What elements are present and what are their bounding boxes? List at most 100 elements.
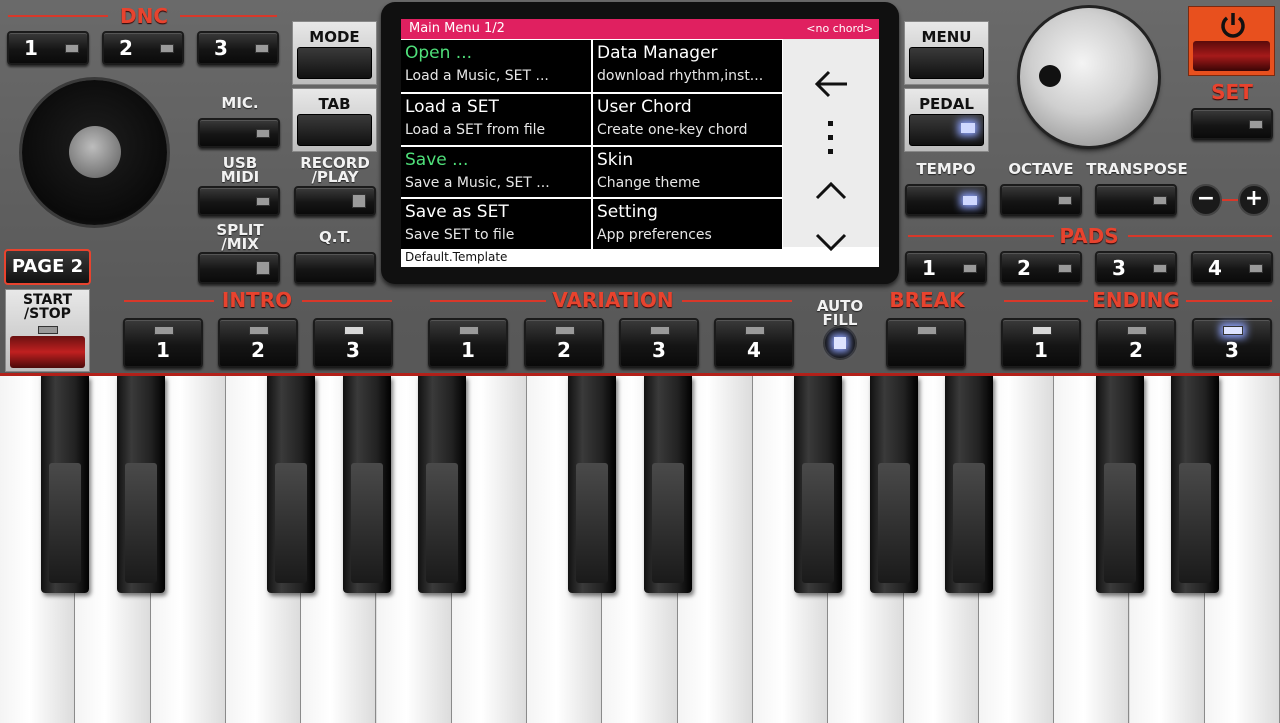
black-key[interactable]: [944, 376, 993, 593]
pad-label-2: 2: [1017, 255, 1031, 280]
pads-title: PADS: [1059, 224, 1119, 248]
record-play-button[interactable]: [294, 186, 376, 216]
main-menu-screen: Main Menu 1/2 <no chord> Open ... Load a …: [401, 19, 879, 267]
led: [1249, 263, 1263, 273]
menu-item-title: Open ...: [405, 43, 473, 63]
menu-item-title: Setting: [597, 202, 658, 222]
pad-label-4: 4: [1208, 255, 1222, 280]
dnc-button-1[interactable]: 1: [7, 31, 89, 65]
menu-item-save-as-set[interactable]: Save as SET Save SET to file: [401, 199, 591, 249]
octave-button[interactable]: [1000, 184, 1082, 216]
dnc-button-2[interactable]: 2: [102, 31, 184, 65]
menu-item-save[interactable]: Save ... Save a Music, SET ...: [401, 147, 591, 197]
vertical-dots-icon[interactable]: [825, 119, 837, 157]
tempo-label: TEMPO: [916, 160, 976, 178]
variation-button-4[interactable]: 4: [714, 318, 794, 368]
black-key[interactable]: [267, 376, 316, 593]
pedal-button[interactable]: PEDAL: [904, 88, 989, 152]
menu-item-setting[interactable]: Setting App preferences: [593, 199, 782, 249]
pad-label-1: 1: [922, 255, 936, 280]
menu-item-title: User Chord: [597, 97, 692, 117]
dnc-line-left: [8, 15, 108, 17]
variation-button-2[interactable]: 2: [524, 318, 604, 368]
menu-button[interactable]: MENU: [904, 21, 989, 85]
led: [256, 129, 270, 138]
chevron-up-icon[interactable]: [815, 181, 847, 201]
pad-button-4[interactable]: 4: [1191, 251, 1273, 284]
variation-line-right: [682, 300, 792, 302]
led-lit: [834, 337, 846, 349]
led: [160, 44, 174, 53]
black-key[interactable]: [568, 376, 617, 593]
variation-button-1[interactable]: 1: [428, 318, 508, 368]
transpose-button[interactable]: [1095, 184, 1177, 216]
chevron-down-icon[interactable]: [815, 232, 847, 252]
joystick-knob[interactable]: [69, 126, 121, 178]
menu-key: [909, 47, 984, 79]
black-key[interactable]: [41, 376, 90, 593]
page2-button[interactable]: PAGE 2: [4, 249, 91, 285]
menu-item-user-chord[interactable]: User Chord Create one-key chord: [593, 94, 782, 145]
start-stop-button[interactable]: START /STOP: [5, 289, 90, 372]
black-key[interactable]: [794, 376, 843, 593]
black-key[interactable]: [869, 376, 918, 593]
tab-button[interactable]: TAB: [292, 88, 377, 152]
menu-item-skin[interactable]: Skin Change theme: [593, 147, 782, 197]
black-key[interactable]: [1170, 376, 1219, 593]
joystick[interactable]: [22, 80, 167, 225]
led-lit: [963, 196, 977, 205]
usb-midi-button[interactable]: [198, 186, 280, 216]
intro-button-3[interactable]: 3: [313, 318, 393, 368]
variation-label-4: 4: [747, 338, 761, 362]
variation-line-left: [430, 300, 546, 302]
qt-label: Q.T.: [318, 228, 352, 246]
power-button[interactable]: [1188, 6, 1275, 76]
pad-button-1[interactable]: 1: [905, 251, 987, 284]
left-arrow-icon[interactable]: [813, 69, 849, 99]
led: [1153, 196, 1167, 205]
led: [459, 326, 479, 335]
auto-fill-button[interactable]: [823, 326, 857, 360]
black-key[interactable]: [1095, 376, 1144, 593]
usb-midi-label: USB MIDI: [220, 154, 260, 186]
led: [255, 44, 269, 53]
minus-button[interactable]: −: [1190, 184, 1222, 216]
menu-header: Main Menu 1/2 <no chord>: [401, 19, 879, 39]
led-lit: [1223, 326, 1243, 335]
volume-dial[interactable]: [1020, 8, 1158, 146]
black-key[interactable]: [342, 376, 391, 593]
black-key[interactable]: [417, 376, 466, 593]
led: [1032, 326, 1052, 335]
tempo-button[interactable]: [905, 184, 987, 216]
ending-button-3[interactable]: 3: [1192, 318, 1272, 368]
menu-item-open[interactable]: Open ... Load a Music, SET ...: [401, 40, 591, 92]
intro-button-1[interactable]: 1: [123, 318, 203, 368]
mode-button[interactable]: MODE: [292, 21, 377, 85]
ending-button-2[interactable]: 2: [1096, 318, 1176, 368]
mic-label: MIC.: [221, 94, 259, 112]
pad-button-3[interactable]: 3: [1095, 251, 1177, 284]
chord-indicator: <no chord>: [806, 22, 873, 35]
led: [1058, 263, 1072, 273]
intro-button-2[interactable]: 2: [218, 318, 298, 368]
dnc-button-3[interactable]: 3: [197, 31, 279, 65]
ending-button-1[interactable]: 1: [1001, 318, 1081, 368]
led: [1127, 326, 1147, 335]
record-play-label: RECORD /PLAY: [300, 154, 370, 186]
menu-item-load-set[interactable]: Load a SET Load a SET from file: [401, 94, 591, 145]
ending-label-2: 2: [1129, 338, 1143, 362]
black-key[interactable]: [116, 376, 165, 593]
split-mix-button[interactable]: [198, 252, 280, 284]
variation-button-3[interactable]: 3: [619, 318, 699, 368]
break-button[interactable]: [886, 318, 966, 368]
ending-label-3: 3: [1225, 338, 1239, 362]
black-key[interactable]: [643, 376, 692, 593]
menu-item-data-manager[interactable]: Data Manager download rhythm,inst...: [593, 40, 782, 92]
mic-button[interactable]: [198, 118, 280, 148]
auto-fill-label: AUTO FILL: [816, 297, 864, 329]
qt-button[interactable]: [294, 252, 376, 284]
set-button[interactable]: [1191, 108, 1273, 140]
led: [65, 44, 79, 53]
pad-button-2[interactable]: 2: [1000, 251, 1082, 284]
plus-button[interactable]: +: [1238, 184, 1270, 216]
